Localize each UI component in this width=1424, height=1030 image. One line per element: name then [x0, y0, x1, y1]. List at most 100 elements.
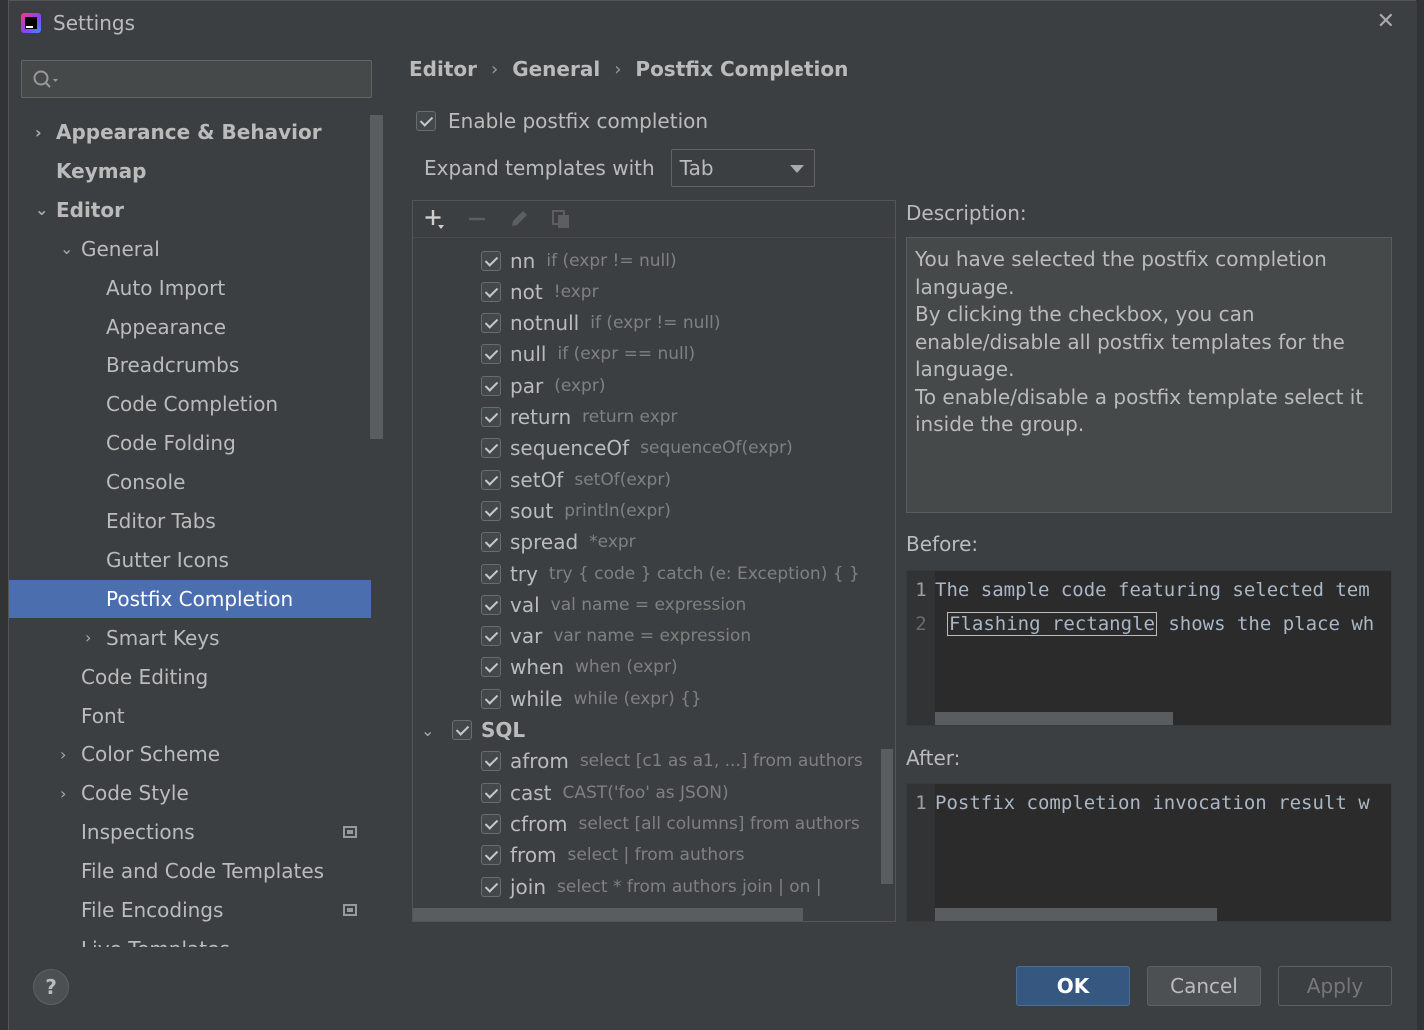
- template-checkbox[interactable]: [481, 250, 501, 271]
- remove-template-button[interactable]: [464, 206, 490, 232]
- tree-item[interactable]: › Smart Keys: [9, 619, 371, 657]
- enable-postfix-checkbox[interactable]: [416, 111, 436, 131]
- template-row[interactable]: from select | from authors: [413, 840, 744, 871]
- template-row[interactable]: while while (expr) {}: [413, 683, 702, 714]
- tree-item[interactable]: Keymap: [9, 152, 371, 190]
- ok-button[interactable]: OK: [1016, 966, 1130, 1006]
- search-input[interactable]: [21, 60, 372, 98]
- tree-item[interactable]: › Color Scheme: [9, 735, 371, 773]
- tree-item[interactable]: Appearance: [9, 308, 371, 346]
- template-name: setOf: [510, 467, 564, 492]
- tree-item[interactable]: Breadcrumbs: [9, 346, 371, 384]
- tree-item[interactable]: Code Folding: [9, 424, 371, 462]
- chevron-down-icon[interactable]: ⌄: [60, 239, 74, 258]
- tree-item[interactable]: Gutter Icons: [9, 541, 371, 579]
- expand-key-dropdown[interactable]: Tab: [670, 149, 815, 187]
- tree-item[interactable]: File Encodings: [9, 891, 371, 929]
- template-row[interactable]: cfrom select [all columns] from authors: [413, 808, 860, 839]
- template-row[interactable]: par (expr): [413, 370, 605, 401]
- template-checkbox[interactable]: [481, 563, 501, 584]
- template-checkbox[interactable]: [452, 720, 472, 740]
- chevron-right-icon[interactable]: ›: [60, 745, 74, 764]
- template-name: afrom: [510, 749, 569, 774]
- template-checkbox[interactable]: [481, 594, 501, 615]
- tree-item[interactable]: › Code Style: [9, 774, 371, 812]
- tree-item[interactable]: Editor Tabs: [9, 502, 371, 540]
- template-checkbox[interactable]: [481, 532, 501, 553]
- tree-scrollbar[interactable]: [370, 115, 383, 439]
- tree-item[interactable]: Font: [9, 697, 371, 735]
- template-row[interactable]: setOf setOf(expr): [413, 464, 671, 495]
- chevron-right-icon[interactable]: ›: [85, 628, 99, 647]
- template-row[interactable]: join select * from authors join | on |: [413, 871, 822, 902]
- tree-item[interactable]: ⌄ Editor: [9, 191, 371, 229]
- template-checkbox[interactable]: [481, 281, 501, 302]
- template-row[interactable]: cast CAST('foo' as JSON): [413, 777, 729, 808]
- template-row[interactable]: nn if (expr != null): [413, 245, 677, 276]
- breadcrumb-general[interactable]: General: [512, 57, 600, 81]
- template-row[interactable]: try try { code } catch (e: Exception) { }: [413, 558, 860, 589]
- template-row[interactable]: notnull if (expr != null): [413, 308, 720, 339]
- template-checkbox[interactable]: [481, 469, 501, 490]
- template-checkbox[interactable]: [481, 438, 501, 459]
- template-checkbox[interactable]: [481, 751, 501, 772]
- tree-item[interactable]: Code Editing: [9, 658, 371, 696]
- after-horizontal-scrollbar[interactable]: [935, 908, 1217, 921]
- template-row[interactable]: null if (expr == null): [413, 339, 695, 370]
- template-checkbox[interactable]: [481, 626, 501, 647]
- template-checkbox[interactable]: [481, 657, 501, 678]
- close-icon[interactable]: ✕: [1377, 9, 1395, 34]
- template-description: if (expr != null): [546, 250, 677, 271]
- template-row[interactable]: var var name = expression: [413, 621, 751, 652]
- before-horizontal-scrollbar[interactable]: [935, 712, 1173, 725]
- template-row[interactable]: val val name = expression: [413, 589, 746, 620]
- template-group-row[interactable]: ⌄ SQL: [413, 715, 525, 746]
- template-checkbox[interactable]: [481, 344, 501, 365]
- chevron-down-icon[interactable]: ⌄: [421, 721, 434, 740]
- chevron-right-icon[interactable]: ›: [60, 784, 74, 803]
- tree-item[interactable]: File and Code Templates: [9, 852, 371, 890]
- apply-button[interactable]: Apply: [1278, 966, 1392, 1006]
- template-row[interactable]: return return expr: [413, 402, 678, 433]
- template-row[interactable]: afrom select [c1 as a1, ...] from authors: [413, 746, 863, 777]
- chevron-right-icon[interactable]: ›: [35, 123, 49, 142]
- tree-item[interactable]: Postfix Completion: [9, 579, 371, 618]
- template-checkbox[interactable]: [481, 500, 501, 521]
- template-description: if (expr == null): [557, 344, 696, 365]
- template-row[interactable]: sequenceOf sequenceOf(expr): [413, 433, 793, 464]
- template-checkbox[interactable]: [481, 782, 501, 803]
- tree-item[interactable]: Auto Import: [9, 269, 371, 307]
- breadcrumb-editor[interactable]: Editor: [409, 57, 477, 81]
- template-name: null: [510, 342, 547, 367]
- settings-tree-panel: › Appearance & Behavior Keymap ⌄ Editor ⌄ Gene…: [9, 45, 384, 947]
- template-checkbox[interactable]: [481, 688, 501, 709]
- cancel-button[interactable]: Cancel: [1147, 966, 1261, 1006]
- help-button[interactable]: ?: [33, 969, 69, 1005]
- chevron-down-icon[interactable]: ⌄: [35, 200, 49, 219]
- template-checkbox[interactable]: [481, 407, 501, 427]
- template-description: sequenceOf(expr): [640, 438, 793, 459]
- template-row[interactable]: spread *expr: [413, 527, 636, 558]
- copy-template-button[interactable]: [548, 206, 574, 232]
- edit-template-button[interactable]: [506, 206, 532, 232]
- template-checkbox[interactable]: [481, 813, 501, 834]
- tree-item[interactable]: Inspections: [9, 813, 371, 851]
- pencil-icon: [512, 211, 527, 226]
- tree-item[interactable]: ⌄ General: [9, 230, 371, 268]
- enable-postfix-row[interactable]: Enable postfix completion: [416, 109, 708, 133]
- tree-item[interactable]: Live Templates: [9, 930, 371, 947]
- add-template-button[interactable]: [422, 206, 448, 232]
- tree-item[interactable]: Code Completion: [9, 385, 371, 423]
- templates-vertical-scrollbar[interactable]: [881, 749, 893, 884]
- tree-item[interactable]: › Appearance & Behavior: [9, 113, 371, 151]
- template-checkbox[interactable]: [481, 876, 501, 897]
- template-checkbox[interactable]: [481, 313, 501, 334]
- template-row[interactable]: sout println(expr): [413, 495, 671, 526]
- template-checkbox[interactable]: [481, 845, 501, 866]
- template-row[interactable]: not !expr: [413, 276, 599, 307]
- description-line: language.: [915, 274, 1015, 299]
- templates-horizontal-scrollbar[interactable]: [413, 908, 803, 921]
- tree-item[interactable]: Console: [9, 463, 371, 501]
- template-row[interactable]: when when (expr): [413, 652, 678, 683]
- template-checkbox[interactable]: [481, 375, 501, 396]
